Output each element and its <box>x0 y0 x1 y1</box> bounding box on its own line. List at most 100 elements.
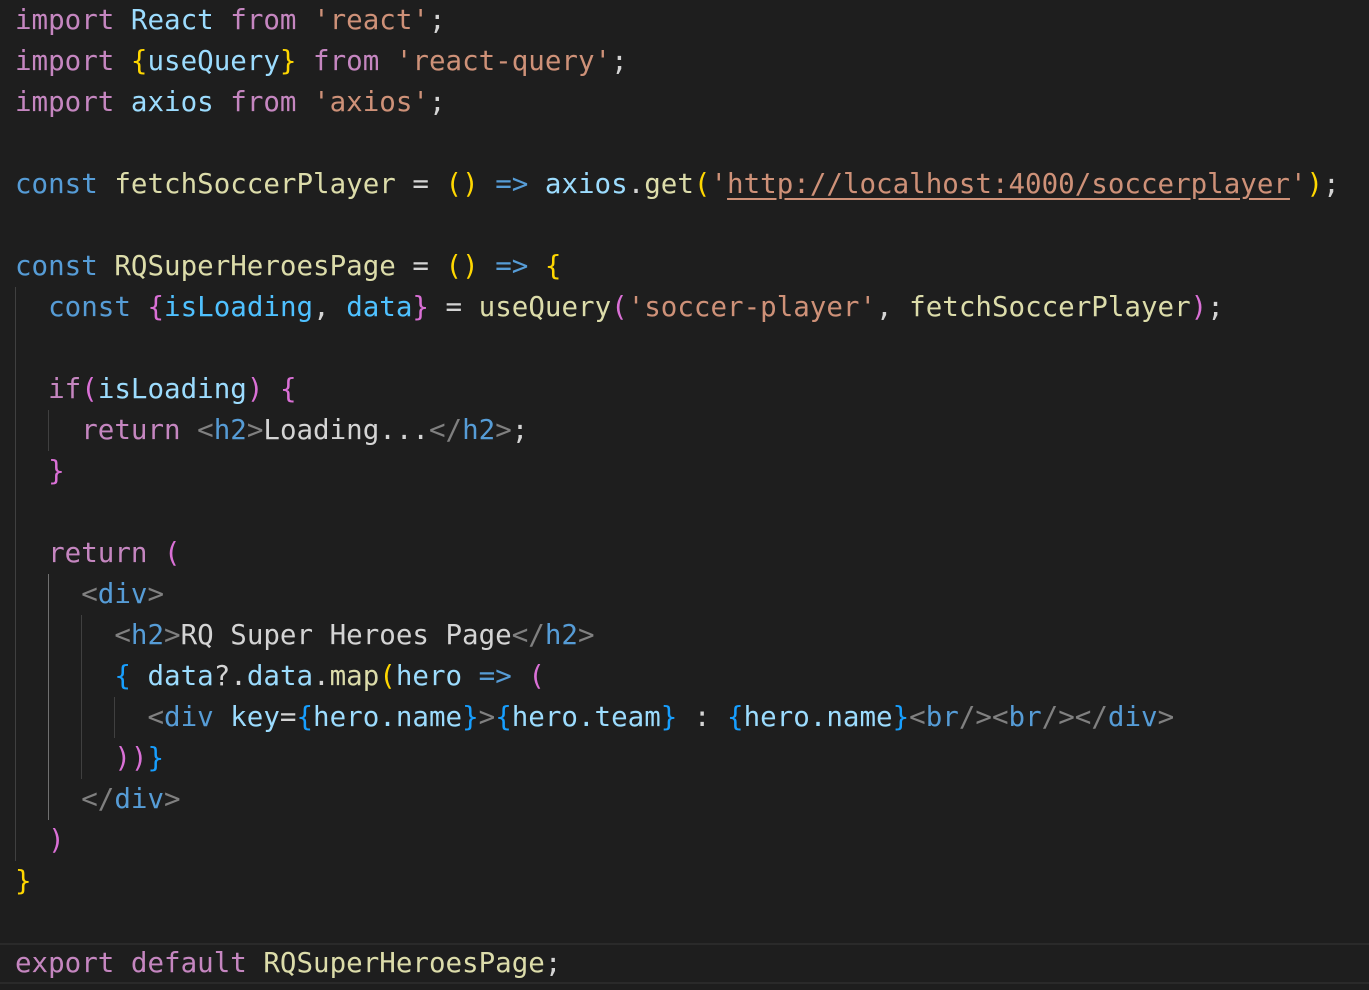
tag-name: h2 <box>462 414 496 446</box>
code-line-5[interactable]: const fetchSoccerPlayer = () => axios.ge… <box>15 164 1340 205</box>
tag-bracket: < <box>81 578 98 610</box>
identifier: isLoading <box>164 291 314 323</box>
tag-bracket: > <box>147 578 165 610</box>
keyword: from <box>230 4 297 36</box>
code-line-22[interactable]: } <box>15 861 32 902</box>
keyword: import <box>15 45 115 77</box>
identifier: React <box>130 4 214 36</box>
arrow-operator: => <box>495 250 529 282</box>
identifier: isLoading <box>97 373 247 405</box>
code-line-2[interactable]: import {useQuery} from 'react-query'; <box>15 41 628 82</box>
bracket: } <box>892 701 910 733</box>
arrow-operator: => <box>478 660 512 692</box>
tag-bracket: > <box>577 619 595 651</box>
punctuation: ; <box>511 414 529 446</box>
keyword: if <box>48 373 82 405</box>
url-link[interactable]: http://localhost:4000/soccerplayer <box>727 168 1290 200</box>
bracket: { <box>147 291 165 323</box>
bracket: ( <box>164 537 181 569</box>
string-quote: ' <box>1289 168 1307 200</box>
bracket: ) <box>1306 168 1324 200</box>
keyword: import <box>15 4 115 36</box>
arrow-operator: => <box>495 168 529 200</box>
code-line-14[interactable]: return ( <box>15 533 181 574</box>
bracket: ) <box>246 373 264 405</box>
bracket: { <box>544 250 562 282</box>
keyword: from <box>230 86 297 118</box>
operator: = <box>412 250 429 282</box>
bracket: ( <box>693 168 711 200</box>
code-line-19[interactable]: ))} <box>15 738 164 779</box>
punctuation: . <box>627 168 645 200</box>
keyword: import <box>15 86 115 118</box>
function-name: useQuery <box>478 291 612 323</box>
string-literal: 'soccer-player' <box>627 291 877 323</box>
bracket: { <box>114 660 131 692</box>
bracket: } <box>412 291 429 323</box>
identifier: hero <box>395 660 463 692</box>
string-literal: 'react-query' <box>395 45 612 77</box>
tag-bracket: > <box>495 414 512 446</box>
punctuation: ; <box>1207 291 1224 323</box>
bracket: ( <box>528 660 545 692</box>
bracket: { <box>727 701 744 733</box>
function-name: RQSuperHeroesPage <box>114 250 396 282</box>
punctuation: ; <box>544 947 562 979</box>
code-line-20[interactable]: </div> <box>15 779 181 820</box>
operator: = <box>445 291 463 323</box>
tag-bracket: </ <box>511 619 545 651</box>
code-line-24[interactable]: export default RQSuperHeroesPage; <box>15 943 561 984</box>
jsx-text: Loading... <box>263 414 429 446</box>
bracket: () <box>445 250 479 282</box>
tag-name: br <box>1008 701 1042 733</box>
identifier: data <box>346 291 413 323</box>
keyword: export <box>15 947 115 979</box>
code-line-7[interactable]: const RQSuperHeroesPage = () => { <box>15 246 561 287</box>
tag-bracket: </ <box>1074 701 1108 733</box>
code-line-11[interactable]: return <h2>Loading...</h2>; <box>15 410 528 451</box>
tag-bracket: > <box>246 414 264 446</box>
bracket: } <box>48 455 65 487</box>
code-line-15[interactable]: <div> <box>15 574 164 615</box>
identifier: hero.name <box>743 701 893 733</box>
tag-bracket: < <box>197 414 214 446</box>
bracket: ( <box>611 291 628 323</box>
bracket: ( <box>81 373 98 405</box>
tag-bracket: < <box>909 701 926 733</box>
identifier: axios <box>130 86 214 118</box>
bracket: } <box>660 701 678 733</box>
code-line-1[interactable]: import React from 'react'; <box>15 0 446 41</box>
code-line-17[interactable]: { data?.data.map(hero => ( <box>15 656 545 697</box>
code-line-10[interactable]: if(isLoading) { <box>15 369 296 410</box>
bracket: { <box>495 701 512 733</box>
punctuation: , <box>313 291 330 323</box>
operator: ?. <box>213 660 247 692</box>
identifier: data <box>246 660 314 692</box>
punctuation: ; <box>611 45 628 77</box>
tag-bracket: < <box>147 701 165 733</box>
jsx-text: : <box>677 701 727 733</box>
keyword: from <box>313 45 380 77</box>
code-line-16[interactable]: <h2>RQ Super Heroes Page</h2> <box>15 615 595 656</box>
tag-name: h2 <box>130 619 165 651</box>
keyword-storage: const <box>15 168 98 200</box>
bracket: )) <box>114 742 148 774</box>
code-line-3[interactable]: import axios from 'axios'; <box>15 82 446 123</box>
tag-bracket: > <box>1157 701 1175 733</box>
code-line-21[interactable]: ) <box>15 820 65 861</box>
code-line-18[interactable]: <div key={hero.name}>{hero.team} : {hero… <box>15 697 1174 738</box>
identifier: hero.team <box>511 701 661 733</box>
keyword: default <box>130 947 247 979</box>
code-line-12[interactable]: } <box>15 451 65 492</box>
bracket: ( <box>379 660 396 692</box>
tag-bracket: > <box>164 783 181 815</box>
tag-name: div <box>164 701 214 733</box>
tag-name: div <box>114 783 165 815</box>
bracket: () <box>445 168 479 200</box>
bracket: { <box>130 45 148 77</box>
bracket: } <box>15 865 32 897</box>
punctuation: ; <box>1323 168 1340 200</box>
code-editor[interactable]: import React from 'react'; import {useQu… <box>0 0 1369 990</box>
code-line-8[interactable]: const {isLoading, data} = useQuery('socc… <box>15 287 1224 328</box>
tag-bracket: </ <box>428 414 463 446</box>
